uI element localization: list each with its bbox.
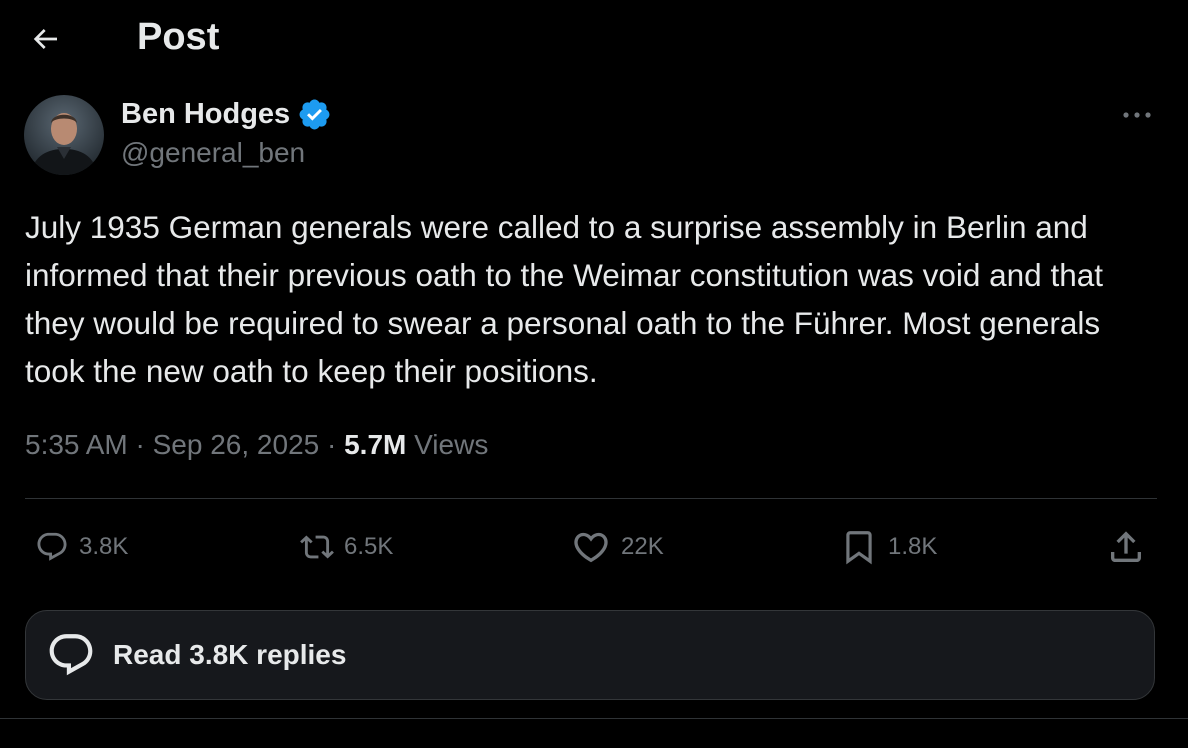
repost-icon: [300, 535, 334, 559]
read-replies-button[interactable]: Read 3.8K replies: [25, 610, 1155, 700]
verified-badge-icon: [297, 97, 332, 132]
bookmark-icon: [846, 531, 872, 565]
author-handle[interactable]: @general_ben: [121, 136, 305, 170]
bookmark-count: 1.8K: [888, 533, 938, 560]
heart-icon: [574, 532, 608, 563]
bottom-divider: [0, 718, 1188, 719]
like-count: 22K: [621, 533, 664, 560]
views-label: Views: [414, 429, 489, 460]
share-upload-icon: [1111, 531, 1141, 562]
arrow-left-icon: [33, 29, 57, 49]
post-header: Post: [0, 0, 1188, 76]
reply-count: 3.8K: [79, 533, 129, 560]
repost-button[interactable]: 6.5K: [300, 524, 393, 570]
share-button[interactable]: [1106, 524, 1146, 570]
read-replies-label: Read 3.8K replies: [113, 639, 347, 670]
more-horizontal-icon: [1123, 112, 1151, 118]
reply-button[interactable]: 3.8K: [35, 524, 128, 570]
back-button[interactable]: [22, 16, 68, 62]
post-date[interactable]: Sep 26, 2025: [153, 429, 320, 460]
like-button[interactable]: 22K: [571, 524, 664, 570]
avatar[interactable]: [24, 95, 104, 175]
avatar-photo: [24, 95, 104, 175]
post-text: July 1935 German generals were called to…: [25, 209, 1103, 389]
post-time[interactable]: 5:35 AM: [25, 429, 128, 460]
replies-bubble-icon: [46, 630, 96, 680]
page-title: Post: [137, 16, 220, 58]
post-metadata: 5:35 AM · Sep 26, 2025 · 5.7M Views: [25, 425, 488, 465]
repost-count: 6.5K: [344, 533, 394, 560]
divider: [25, 498, 1157, 499]
author-name[interactable]: Ben Hodges: [121, 96, 290, 132]
separator-dot: ·: [319, 429, 345, 460]
bookmark-button[interactable]: 1.8K: [840, 524, 937, 570]
separator-dot: ·: [127, 429, 153, 460]
views-count[interactable]: 5.7M: [344, 429, 406, 460]
more-options-button[interactable]: [1114, 96, 1160, 134]
reply-bubble-icon: [37, 532, 67, 561]
